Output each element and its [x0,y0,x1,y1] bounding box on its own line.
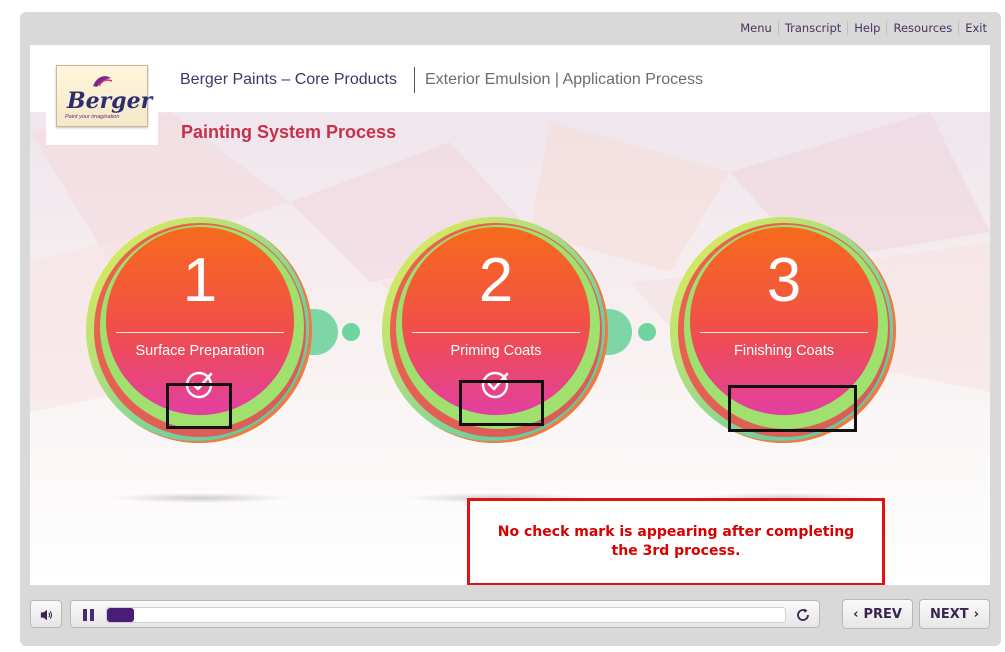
replay-icon[interactable] [795,607,811,623]
volume-button[interactable] [30,600,62,628]
step-label: Finishing Coats [734,343,834,359]
section-title: Painting System Process [181,122,397,142]
chevron-right-icon: › [973,606,979,622]
next-button[interactable]: NEXT › [919,599,990,629]
resources-link[interactable]: Resources [886,21,958,35]
help-link[interactable]: Help [847,21,886,35]
prev-label-wrap: ‹ PREV [843,600,912,628]
step-label: Priming Coats [450,343,542,359]
logo-wordmark: Berger [67,88,153,114]
pause-icon[interactable] [83,609,95,621]
slide-header: Berger Paints – Core Products Exterior E… [30,45,990,112]
step-1-shadow [110,493,290,503]
step-number: 2 [478,246,514,315]
connector-1-dot [342,323,360,341]
connector-2-dot [638,323,656,341]
chevron-left-icon: ‹ [853,606,859,622]
logo-tagline: Paint your imagination [65,114,120,120]
step-divider [412,332,580,333]
slide-stage: Berger Paints – Core Products Exterior E… [30,45,990,585]
top-navigation: Menu Transcript Help Resources Exit [734,21,993,35]
prev-button[interactable]: ‹ PREV [842,599,913,629]
module-subtitle: Exterior Emulsion | Application Process [425,71,704,88]
highlight-box-step-3 [728,385,857,432]
transcript-link[interactable]: Transcript [777,21,847,35]
speaker-icon [40,609,53,621]
next-label-wrap: NEXT › [920,600,989,628]
step-divider [700,332,868,333]
step-divider [116,332,284,333]
player-controls: ‹ PREV NEXT › [20,595,1001,635]
logo-tile: Berger Paint your imagination [56,65,152,127]
bug-annotation-note: No check mark is appearing after complet… [467,498,885,585]
course-player: Menu Transcript Help Resources Exit Berg… [20,12,1001,646]
logo-mark-icon [93,76,113,87]
step-label: Surface Preparation [135,343,265,359]
prev-label: PREV [863,606,902,622]
title-divider [414,67,415,93]
highlight-box-step-2 [459,380,544,426]
menu-link[interactable]: Menu [734,21,778,35]
exit-link[interactable]: Exit [958,21,993,35]
progress-fill [107,608,135,622]
progress-track[interactable] [106,607,786,623]
brand-title: Berger Paints – Core Products [180,71,397,88]
playback-bar [70,600,820,628]
next-label: NEXT [929,606,969,622]
step-number: 1 [182,246,218,315]
step-number: 3 [766,246,802,315]
berger-logo: Berger Paint your imagination [46,55,158,145]
highlight-box-step-1 [166,383,232,429]
